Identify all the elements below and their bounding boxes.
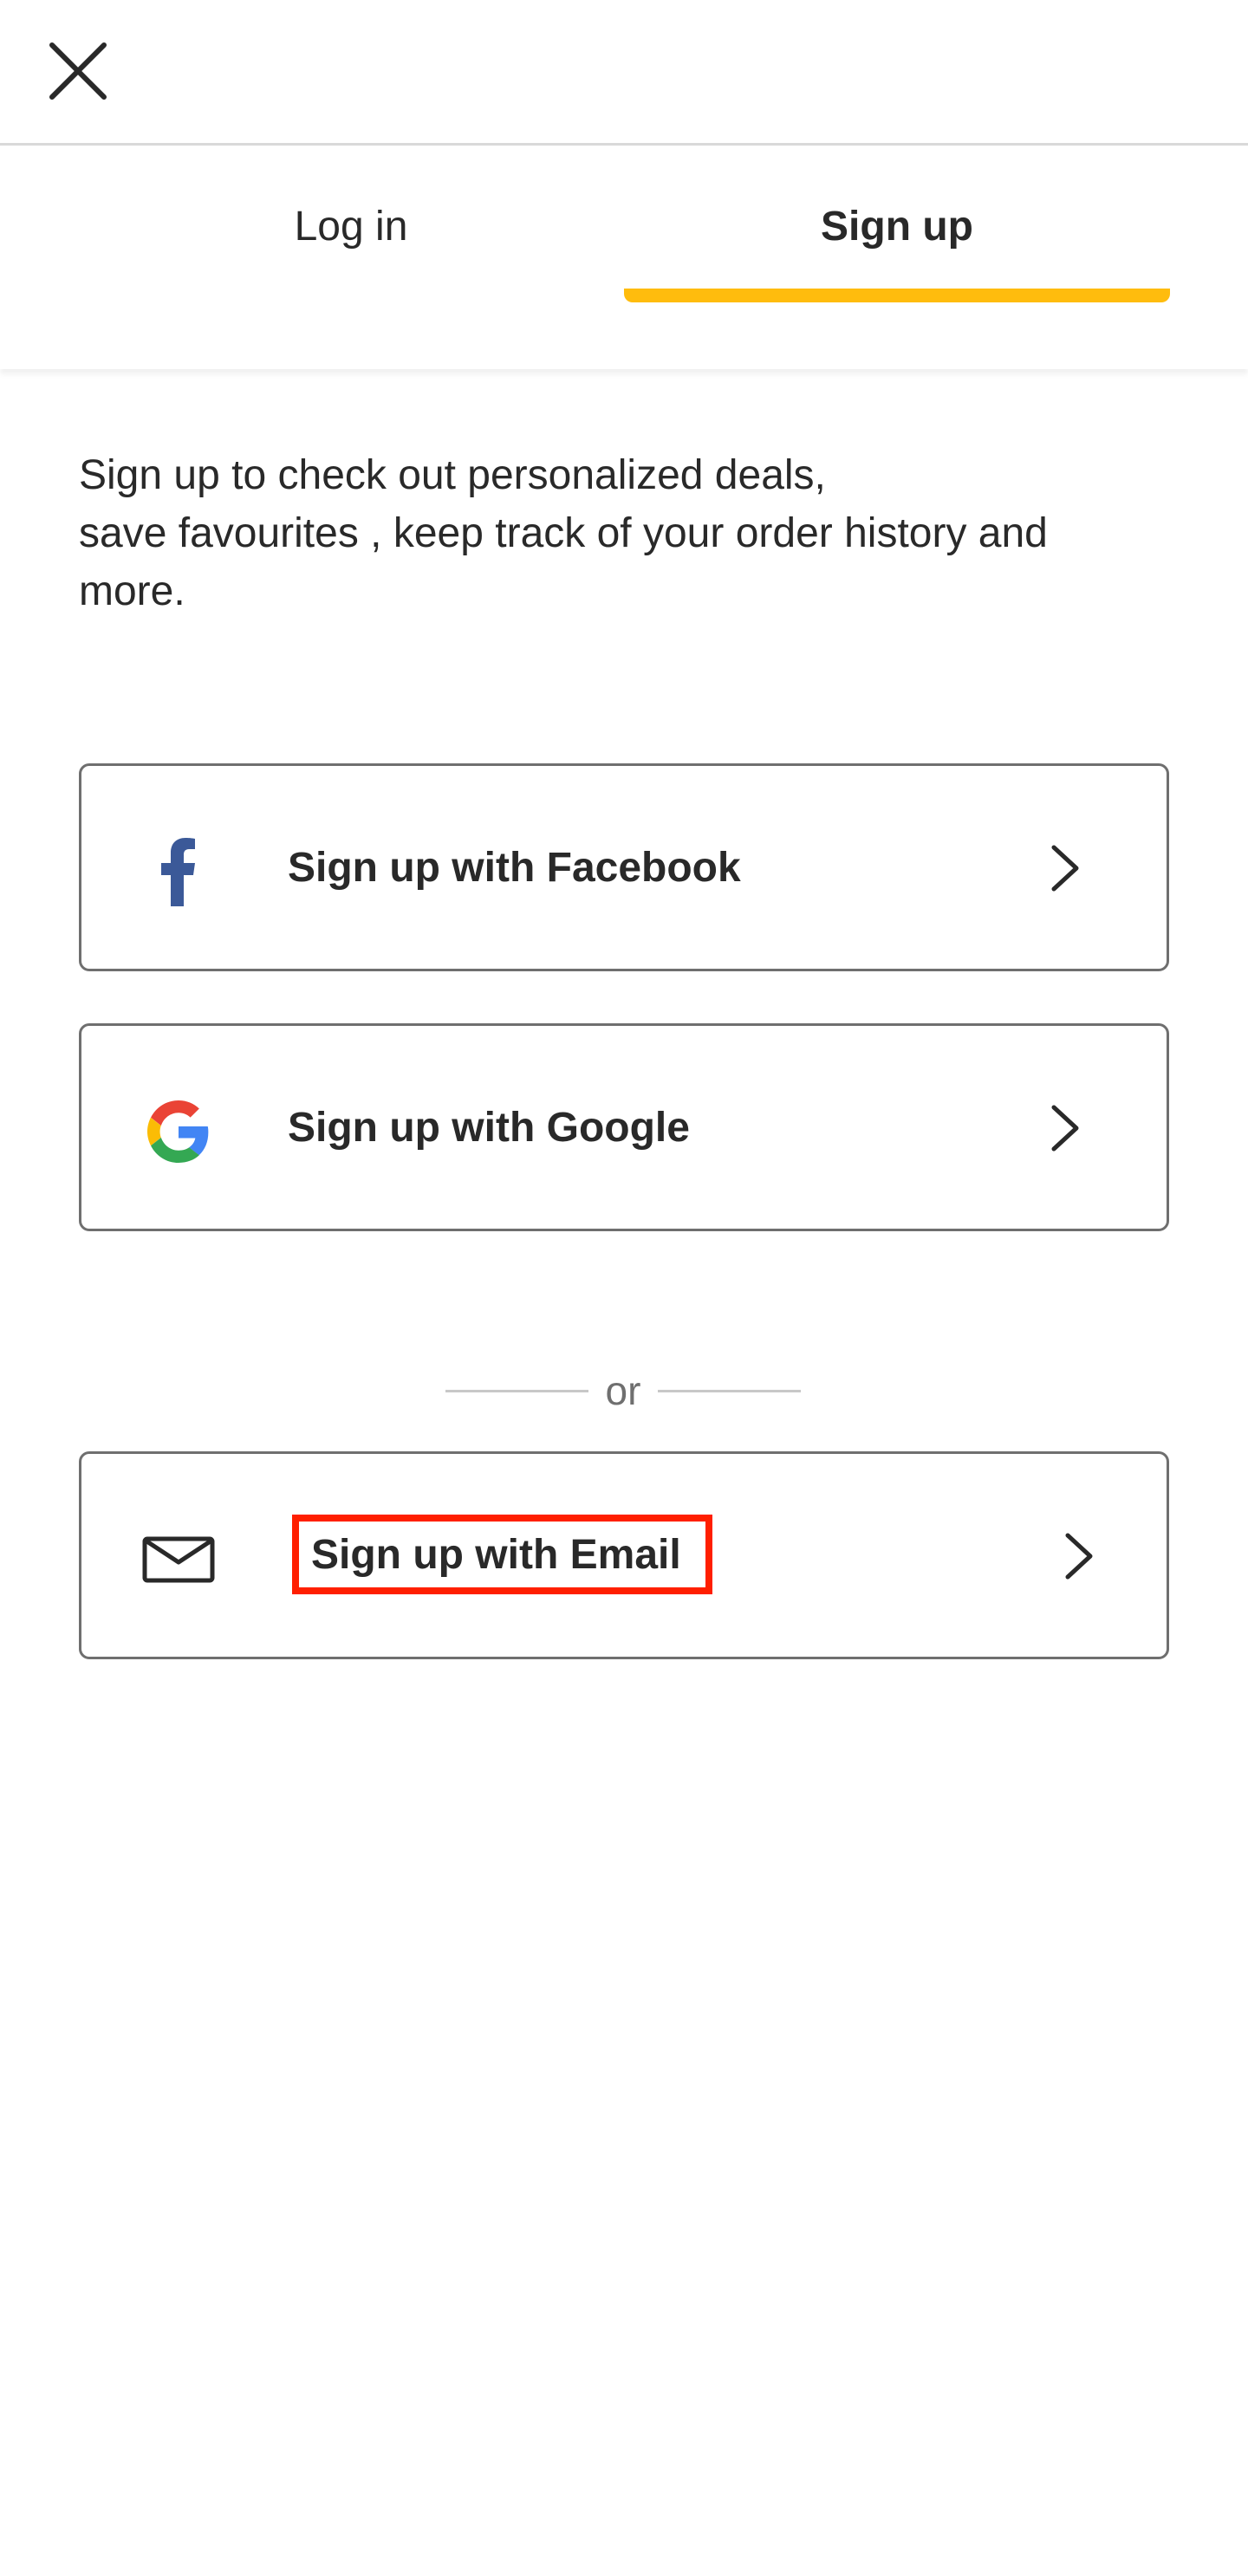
chevron-right-icon [1065, 1533, 1093, 1580]
active-tab-indicator [624, 289, 1170, 302]
top-bar [0, 0, 1248, 146]
intro-line: Sign up to check out personalized deals, [79, 452, 826, 498]
signup-page: Log in Sign up Sign up to check out pers… [0, 0, 1248, 2576]
envelope-icon [142, 1523, 215, 1596]
chevron-right-icon [1051, 1105, 1079, 1152]
close-button[interactable] [43, 36, 113, 106]
divider-line [445, 1389, 588, 1392]
google-icon [142, 1095, 215, 1168]
divider-line [658, 1389, 801, 1392]
email-button-label: Sign up with Email [292, 1515, 712, 1594]
intro-text: Sign up to check out personalized deals,… [79, 446, 1180, 620]
close-icon [49, 42, 107, 100]
intro-line: more. [79, 568, 185, 614]
email-signup-button[interactable]: Sign up with Email [79, 1451, 1169, 1659]
google-button-label: Sign up with Google [288, 1104, 690, 1151]
chevron-right-icon [1051, 845, 1079, 892]
tab-sign-up[interactable]: Sign up [624, 148, 1170, 304]
divider-label: or [605, 1368, 641, 1413]
or-divider: or [445, 1360, 801, 1421]
facebook-signup-button[interactable]: Sign up with Facebook [79, 763, 1169, 971]
facebook-icon [142, 835, 215, 908]
auth-tabs: Log in Sign up [0, 148, 1248, 369]
google-signup-button[interactable]: Sign up with Google [79, 1023, 1169, 1231]
facebook-button-label: Sign up with Facebook [288, 844, 741, 891]
intro-line: save favourites , keep track of your ord… [79, 510, 1048, 556]
tab-log-in[interactable]: Log in [78, 148, 624, 304]
